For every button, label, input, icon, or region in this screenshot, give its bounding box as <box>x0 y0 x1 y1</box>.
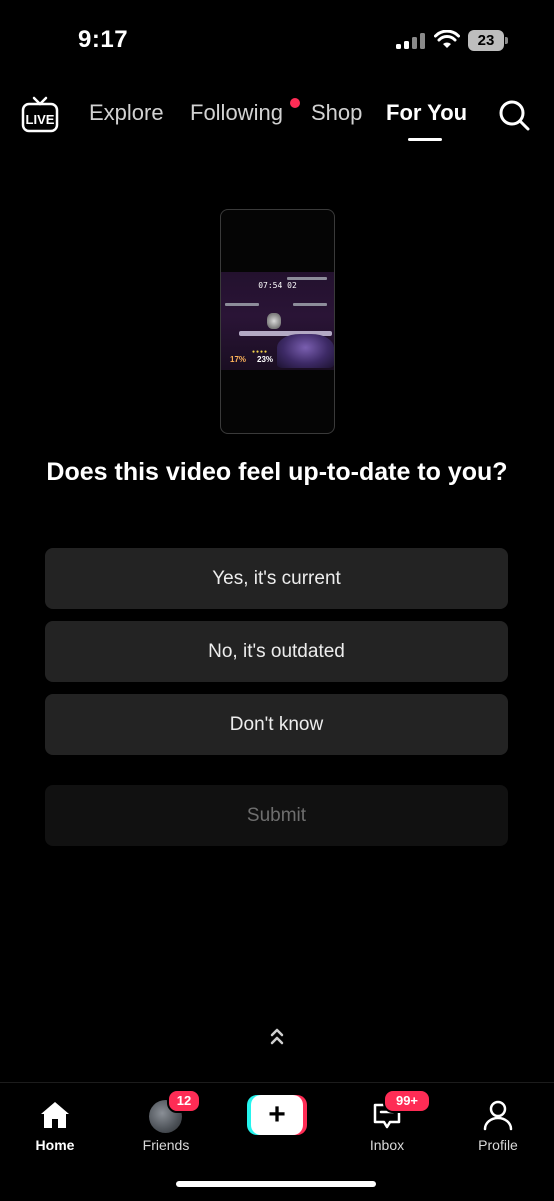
plus-icon: + <box>251 1095 303 1135</box>
following-notification-dot <box>290 98 300 108</box>
player1-damage: 17% <box>230 355 247 364</box>
friends-badge: 12 <box>167 1089 201 1113</box>
nav-home-label: Home <box>35 1137 75 1153</box>
active-tab-indicator <box>408 138 442 141</box>
tab-for-you[interactable]: For You <box>386 100 467 126</box>
survey-question: Does this video feel up-to-date to you? <box>46 458 508 486</box>
option-no-outdated[interactable]: No, it's outdated <box>45 621 508 682</box>
status-bar: 9:17 23 <box>0 0 554 80</box>
option-yes-current[interactable]: Yes, it's current <box>45 548 508 609</box>
create-button[interactable]: + <box>247 1095 307 1135</box>
cellular-signal-icon <box>396 33 426 49</box>
nav-home[interactable]: Home <box>15 1091 95 1153</box>
submit-button[interactable]: Submit <box>45 785 508 846</box>
nav-friends-label: Friends <box>142 1137 190 1153</box>
live-icon[interactable]: LIVE <box>20 96 60 134</box>
video-preview: 07:54 02 ●●●● 17% 23% <box>220 209 335 434</box>
nav-profile[interactable]: Profile <box>458 1091 538 1153</box>
tab-following[interactable]: Following <box>190 100 283 126</box>
nav-inbox-label: Inbox <box>369 1137 405 1153</box>
nav-profile-label: Profile <box>478 1137 518 1153</box>
inbox-badge: 99+ <box>383 1089 431 1113</box>
stage-base <box>277 334 334 368</box>
search-icon[interactable] <box>497 98 531 132</box>
player2-damage: 23% <box>257 355 274 364</box>
tab-explore[interactable]: Explore <box>89 100 164 126</box>
chevron-up-icon <box>270 1028 284 1045</box>
home-icon <box>41 1102 69 1128</box>
stage-platform <box>225 303 259 306</box>
live-label: LIVE <box>26 112 55 127</box>
status-time: 9:17 <box>78 26 129 53</box>
stage-platform <box>287 277 327 280</box>
nav-friends[interactable]: 12 Friends <box>126 1089 206 1153</box>
option-dont-know[interactable]: Don't know <box>45 694 508 755</box>
fighter-character <box>267 313 281 329</box>
wifi-icon <box>434 30 460 48</box>
profile-icon <box>483 1100 513 1131</box>
battery-level: 23 <box>477 32 495 49</box>
video-thumbnail: 07:54 02 ●●●● 17% 23% <box>221 272 334 370</box>
home-indicator[interactable] <box>176 1181 376 1187</box>
game-timer: 07:54 02 <box>258 281 297 290</box>
stage-platform <box>293 303 327 306</box>
tab-shop[interactable]: Shop <box>311 100 362 126</box>
battery-icon: 23 <box>468 30 508 51</box>
top-nav: LIVE Explore Following Shop For You <box>0 90 554 150</box>
nav-inbox[interactable]: 99+ Inbox <box>347 1089 431 1153</box>
